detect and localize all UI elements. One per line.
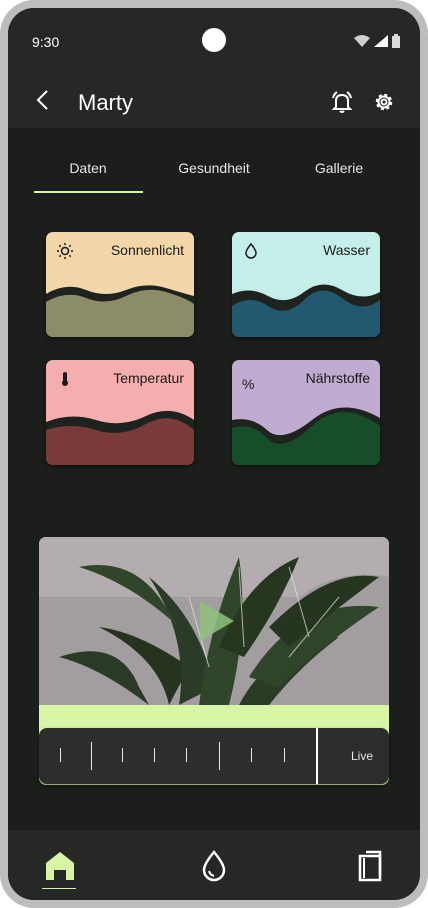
video-timeline-scrubber[interactable]: Live (39, 728, 389, 784)
play-icon[interactable] (196, 599, 236, 643)
page-title: Marty (78, 90, 133, 115)
book-icon[interactable] (350, 846, 390, 886)
timeline-tick (186, 748, 187, 762)
system-icons (354, 34, 400, 48)
tab-gesundheit[interactable]: Gesundheit (159, 160, 269, 176)
tab-bar: Daten Gesundheit Gallerie (8, 148, 420, 194)
timeline-tick (251, 748, 252, 762)
tab-gallerie[interactable]: Gallerie (284, 160, 394, 176)
home-icon[interactable] (40, 846, 80, 886)
timeline-playhead[interactable] (316, 728, 318, 784)
status-bar: 9:30 (8, 8, 420, 72)
water-card[interactable]: Wasser (232, 232, 380, 337)
live-label[interactable]: Live (351, 749, 373, 763)
water-drop-icon[interactable] (194, 846, 234, 886)
battery-icon (392, 34, 400, 48)
timeline-tick (122, 748, 123, 762)
wifi-icon (354, 35, 370, 47)
timeline-tick (60, 748, 61, 762)
sunlight-card[interactable]: Sonnenlicht (46, 232, 194, 337)
alarm-bell-icon[interactable] (330, 90, 354, 114)
device-frame: 9:30 Marty Daten Gesundheit Gallerie Son… (0, 0, 428, 908)
timeline-tick (154, 748, 155, 762)
front-camera (202, 28, 226, 52)
app-bar: Marty (8, 72, 420, 128)
tab-daten[interactable]: Daten (33, 160, 143, 176)
sunlight-label: Sonnenlicht (110, 242, 184, 258)
temperature-card[interactable]: Temperatur (46, 360, 194, 465)
temperature-label: Temperatur (113, 370, 184, 386)
nutrients-label: Nährstoffe (305, 370, 370, 386)
bottom-navigation (8, 830, 420, 900)
nutrients-card[interactable]: % Nährstoffe (232, 360, 380, 465)
timeline-tick (91, 742, 92, 770)
settings-gear-icon[interactable] (372, 90, 396, 114)
timeline-tick (219, 742, 220, 770)
back-arrow-icon[interactable] (32, 88, 56, 112)
sun-icon (57, 243, 73, 259)
nav-selected-indicator (42, 888, 76, 889)
signal-icon (374, 35, 388, 47)
tab-indicator (34, 191, 143, 193)
app-screen: 9:30 Marty Daten Gesundheit Gallerie Son… (8, 8, 420, 900)
timeline-tick (284, 748, 285, 762)
water-drop-icon (245, 242, 257, 259)
thermometer-icon (62, 372, 68, 386)
water-label: Wasser (323, 242, 370, 258)
percent-icon: % (242, 376, 255, 392)
plant-camera-video[interactable] (39, 537, 389, 705)
status-time: 9:30 (32, 34, 60, 50)
